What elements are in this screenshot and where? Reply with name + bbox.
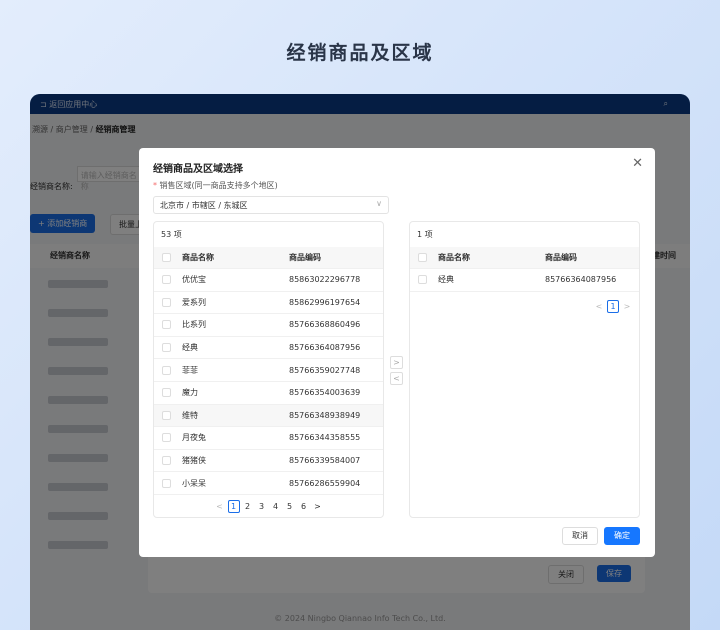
row-checkbox[interactable] — [418, 275, 427, 285]
confirm-button[interactable]: 确定 — [604, 527, 640, 545]
col-code: 商品编码 — [545, 253, 577, 262]
product-code: 85863022296778 — [289, 275, 361, 285]
product-code: 85766339584007 — [289, 456, 361, 466]
page-1[interactable]: 1 — [607, 300, 619, 313]
prev-page-icon[interactable]: < — [593, 302, 605, 311]
row-checkbox[interactable] — [162, 456, 171, 466]
region-label: * 销售区域(同一商品支持多个地区) — [153, 181, 278, 190]
modal-title: 经销商品及区域选择 — [153, 164, 243, 175]
target-header: 商品名称 商品编码 — [410, 247, 639, 269]
page-6[interactable]: 6 — [298, 502, 310, 511]
col-name: 商品名称 — [438, 253, 470, 262]
select-all-checkbox[interactable] — [162, 253, 171, 262]
product-name: 爱系列 — [182, 297, 206, 307]
table-row[interactable]: 经典 85766364087956 — [154, 337, 383, 360]
page-3[interactable]: 3 — [256, 502, 268, 511]
table-row[interactable]: 猪猪侠 85766339584007 — [154, 450, 383, 473]
select-all-checkbox[interactable] — [418, 253, 427, 262]
product-code: 85766364087956 — [289, 343, 361, 353]
product-name: 比系列 — [182, 320, 206, 330]
page-4[interactable]: 4 — [270, 502, 282, 511]
product-code: 85862996197654 — [289, 297, 361, 307]
product-name: 魔力 — [182, 388, 198, 398]
product-region-modal: 经销商品及区域选择 ✕ * 销售区域(同一商品支持多个地区) 北京市 / 市辖区… — [139, 148, 655, 557]
table-row[interactable]: 优优宝 85863022296778 — [154, 269, 383, 292]
product-code: 85766354003639 — [289, 388, 361, 398]
product-name: 优优宝 — [182, 275, 206, 285]
row-checkbox[interactable] — [162, 410, 171, 420]
chevron-down-icon: ∨ — [376, 199, 382, 208]
page-5[interactable]: 5 — [284, 502, 296, 511]
region-value: 北京市 / 市辖区 / 东城区 — [160, 201, 248, 210]
page-title: 经销商品及区域 — [286, 42, 434, 64]
product-name: 经典 — [438, 275, 454, 285]
product-code: 85766368860496 — [289, 320, 361, 330]
product-code: 85766286559904 — [289, 478, 361, 488]
table-row[interactable]: 比系列 85766368860496 — [154, 314, 383, 337]
cancel-button[interactable]: 取消 — [562, 527, 598, 545]
source-list: 53 项 商品名称 商品编码 优优宝 85863022296778 爱系列 858629… — [153, 221, 384, 518]
page-2[interactable]: 2 — [242, 502, 254, 511]
table-row[interactable]: 爱系列 85862996197654 — [154, 292, 383, 315]
table-row[interactable]: 菲菲 85766359027748 — [154, 359, 383, 382]
page-1[interactable]: 1 — [227, 500, 240, 513]
col-name: 商品名称 — [182, 253, 214, 262]
product-code: 85766359027748 — [289, 365, 361, 375]
row-checkbox[interactable] — [162, 365, 171, 375]
row-checkbox[interactable] — [162, 478, 171, 488]
col-code: 商品编码 — [289, 253, 321, 262]
product-name: 菲菲 — [182, 365, 198, 375]
product-name: 维特 — [182, 410, 198, 420]
target-pagination: < 1 > — [410, 300, 639, 313]
product-code: 85766348938949 — [289, 410, 361, 420]
prev-page-icon[interactable]: < — [214, 502, 226, 511]
row-checkbox[interactable] — [162, 343, 171, 353]
source-header: 商品名称 商品编码 — [154, 247, 383, 269]
table-row[interactable]: 月夜兔 85766344358555 — [154, 427, 383, 450]
table-row[interactable]: 维特 85766348938949 — [154, 404, 383, 428]
product-name: 月夜兔 — [182, 433, 206, 443]
row-checkbox[interactable] — [162, 388, 171, 398]
table-row[interactable]: 小呆呆 85766286559904 — [154, 472, 383, 495]
table-row[interactable]: 经典 85766364087956 — [410, 269, 639, 292]
source-pagination: < 1 2 3 4 5 6 > — [154, 500, 383, 513]
product-code: 85766364087956 — [545, 275, 617, 285]
next-page-icon[interactable]: > — [312, 502, 324, 511]
target-count: 1 项 — [417, 230, 433, 239]
row-checkbox[interactable] — [162, 320, 171, 330]
row-checkbox[interactable] — [162, 297, 171, 307]
region-select[interactable]: 北京市 / 市辖区 / 东城区 ∨ — [153, 196, 389, 214]
product-code: 85766344358555 — [289, 433, 361, 443]
move-left-button[interactable]: < — [390, 372, 403, 385]
close-icon[interactable]: ✕ — [632, 156, 643, 171]
product-name: 经典 — [182, 343, 198, 353]
table-row[interactable]: 魔力 85766354003639 — [154, 382, 383, 405]
move-right-button[interactable]: > — [390, 356, 403, 369]
next-page-icon[interactable]: > — [621, 302, 633, 311]
row-checkbox[interactable] — [162, 275, 171, 285]
source-count: 53 项 — [161, 230, 182, 239]
target-list: 1 项 商品名称 商品编码 经典 85766364087956 < 1 > — [409, 221, 640, 518]
product-name: 小呆呆 — [182, 478, 206, 488]
row-checkbox[interactable] — [162, 433, 171, 443]
product-name: 猪猪侠 — [182, 456, 206, 466]
region-label-text: 销售区域(同一商品支持多个地区) — [159, 181, 278, 190]
